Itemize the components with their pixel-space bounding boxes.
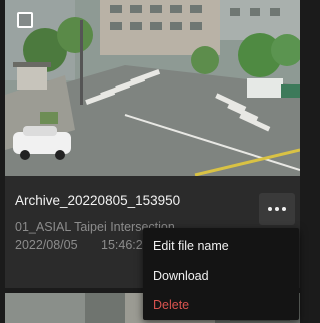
checkbox-icon[interactable]: [17, 12, 33, 28]
recording-time: 15:46:2: [101, 238, 143, 252]
recording-title: Archive_20220805_153950: [15, 193, 181, 208]
more-horizontal-icon: [268, 207, 272, 211]
menu-item-download[interactable]: Download: [153, 269, 209, 283]
context-menu: Edit file name Download Delete: [143, 228, 299, 320]
more-options-button[interactable]: [259, 193, 295, 225]
intersection-snapshot: [5, 0, 300, 176]
menu-item-edit-file-name[interactable]: Edit file name: [153, 239, 229, 253]
recording-date: 2022/08/05: [15, 238, 78, 252]
recording-thumbnail[interactable]: [5, 0, 300, 176]
menu-item-delete[interactable]: Delete: [153, 298, 189, 312]
